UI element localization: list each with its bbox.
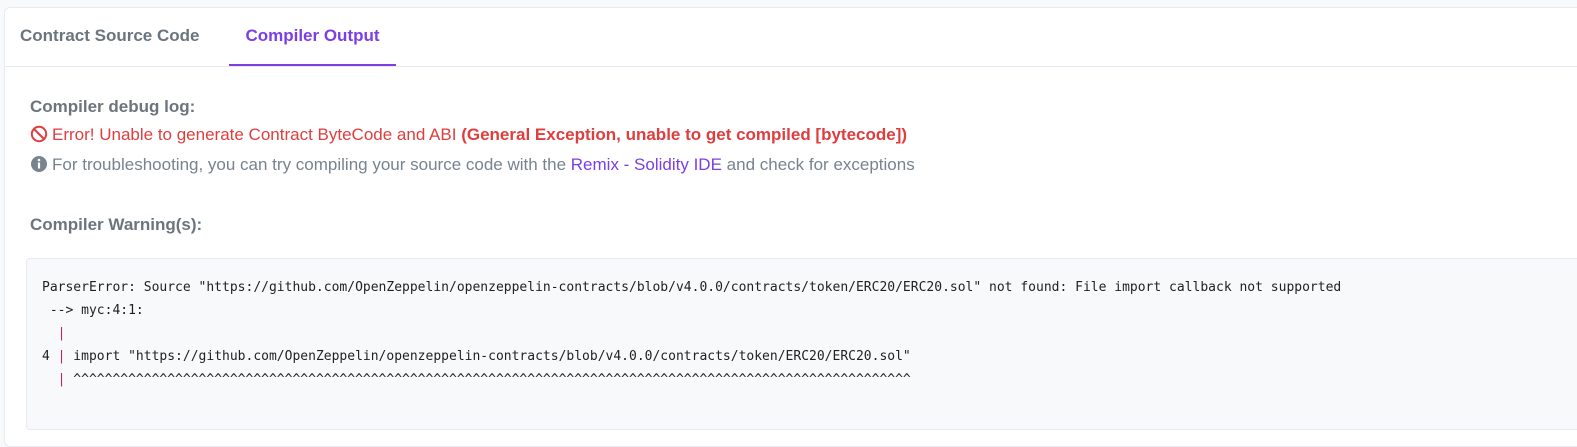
code-text: ParserError: Source "https://github.com/… [42, 280, 1342, 295]
code-line: | [42, 326, 66, 341]
code-prefix [42, 372, 58, 387]
warnings-code-block: ParserError: Source "https://github.com/… [26, 258, 1577, 430]
troubleshooting-info: For troubleshooting, you can try compili… [30, 155, 915, 175]
code-text: myc:4:1: [81, 303, 144, 318]
info-suffix: and check for exceptions [726, 155, 915, 174]
tab-compiler-output[interactable]: Compiler Output [229, 8, 396, 66]
code-prefix: --> [42, 303, 82, 318]
error-detail: (General Exception, unable to get compil… [461, 125, 908, 144]
code-text: ^^^^^^^^^^^^^^^^^^^^^^^^^^^^^^^^^^^^^^^^… [65, 372, 911, 387]
code-text: import "https://github.com/OpenZeppelin/… [65, 349, 911, 364]
tab-contract-source-code[interactable]: Contract Source Code [20, 8, 215, 66]
code-pipe: | [57, 326, 66, 341]
ban-icon [30, 125, 48, 143]
code-prefix: 4 [42, 349, 58, 364]
compiler-debug-log-heading: Compiler debug log: [30, 97, 196, 116]
compiler-warnings-heading: Compiler Warning(s): [30, 215, 203, 234]
code-line: --> myc:4:1: [42, 303, 144, 318]
warnings-code: ParserError: Source "https://github.com/… [42, 276, 1341, 391]
error-message: Error! Unable to generate Contract ByteC… [30, 125, 907, 145]
code-line: 4 | import "https://github.com/OpenZeppe… [42, 349, 911, 364]
code-prefix [42, 326, 58, 341]
compiler-output-card: Contract Source Code Compiler Output Com… [4, 7, 1577, 447]
code-line: | ^^^^^^^^^^^^^^^^^^^^^^^^^^^^^^^^^^^^^^… [42, 372, 911, 387]
tab-bar: Contract Source Code Compiler Output [5, 8, 1577, 67]
info-circle-icon [30, 155, 48, 173]
info-prefix: For troubleshooting, you can try compili… [52, 155, 567, 174]
code-line: ParserError: Source "https://github.com/… [42, 280, 1341, 295]
remix-ide-link[interactable]: Remix - Solidity IDE [571, 155, 722, 174]
error-text: Error! Unable to generate Contract ByteC… [52, 125, 457, 144]
